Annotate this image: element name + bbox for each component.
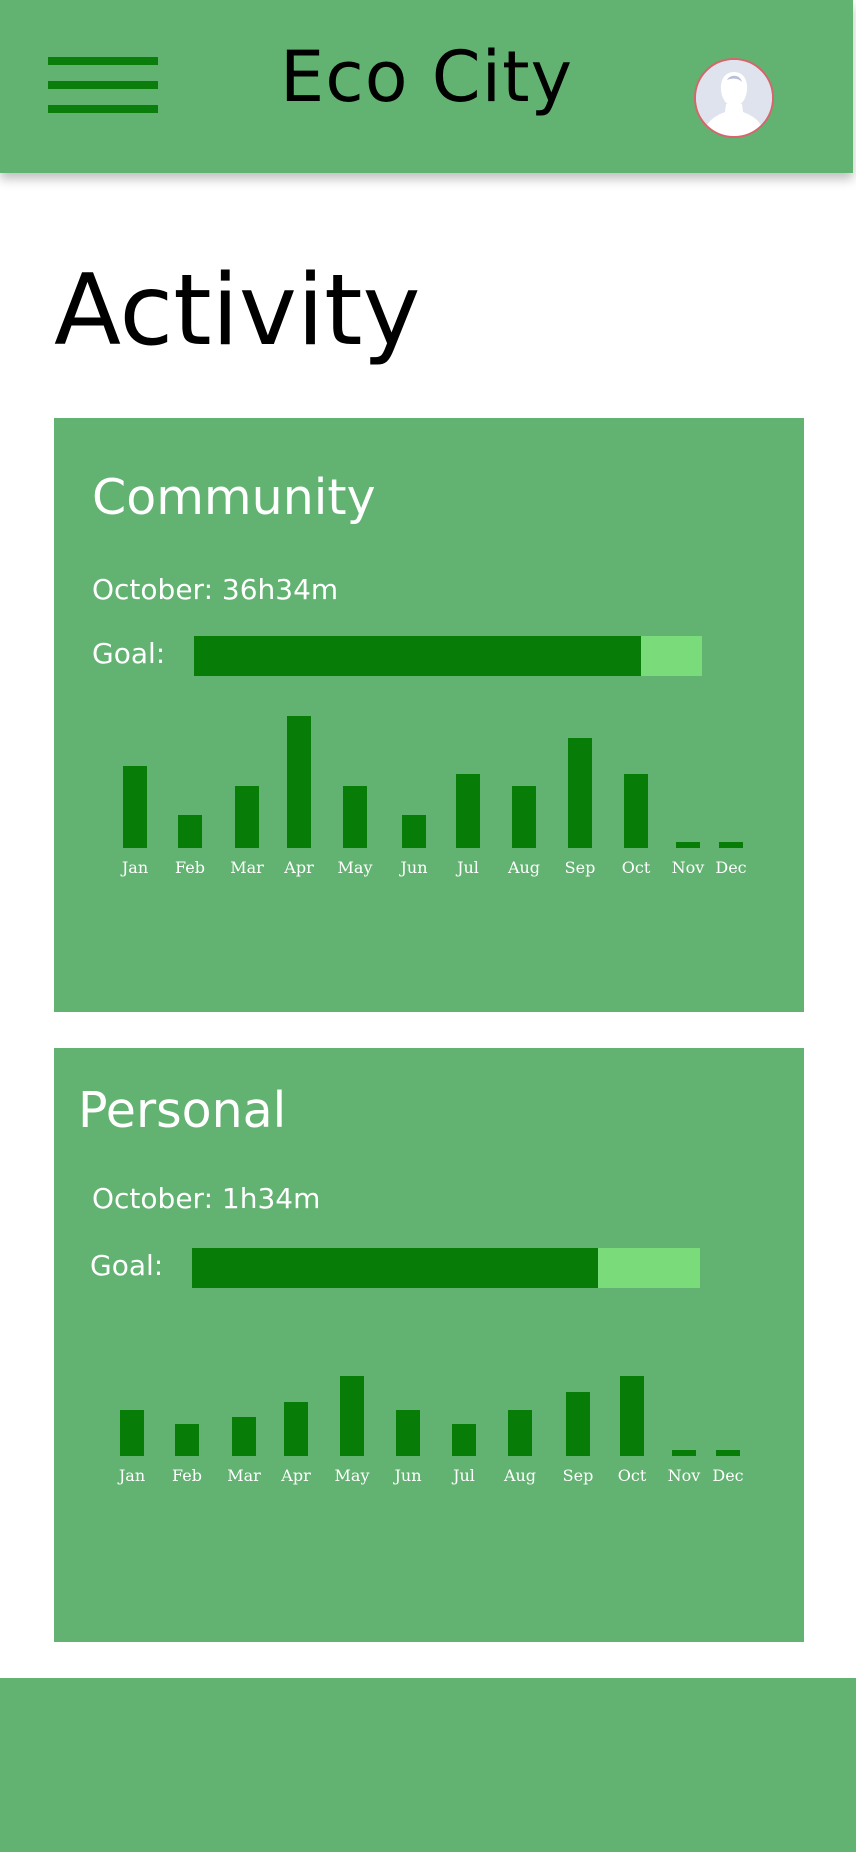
month-label-jun: Jun <box>400 858 428 877</box>
bar-jun <box>396 1410 420 1456</box>
monthly-activity-chart: Jan Feb Mar Apr May Jun Jul Aug Sep Oct Nov Dec <box>54 716 804 1048</box>
month-label-aug: Aug <box>503 1466 537 1485</box>
bar-mar <box>235 786 259 848</box>
bar-apr <box>284 1402 308 1456</box>
bar-sep <box>566 1392 590 1456</box>
month-total: October: 1h34m <box>92 1182 321 1215</box>
month-label-apr: Apr <box>284 858 314 877</box>
bar-oct <box>624 774 648 848</box>
month-label-oct: Oct <box>621 858 651 877</box>
month-label-oct: Oct <box>617 1466 647 1485</box>
page-title: Activity <box>54 254 421 368</box>
goal-progress-bar <box>194 636 702 676</box>
bar-sep <box>568 738 592 848</box>
user-avatar-icon[interactable] <box>694 58 774 138</box>
bar-may <box>340 1376 364 1456</box>
bar-jan <box>123 766 147 848</box>
personal-card: Personal October: 1h34m Goal: Jan Feb Mar A… <box>54 1048 804 1642</box>
month-label-nov: Nov <box>671 858 705 877</box>
app-header: Eco City <box>0 0 853 173</box>
bar-oct <box>620 1376 644 1456</box>
month-label-feb: Feb <box>175 858 205 877</box>
month-label-jan: Jan <box>118 1466 146 1485</box>
bar-nov <box>676 842 700 848</box>
bar-nov <box>672 1450 696 1456</box>
goal-progress-bar <box>192 1248 700 1288</box>
card-title: Personal <box>78 1082 287 1139</box>
month-label-jul: Jul <box>457 858 479 877</box>
month-label-dec: Dec <box>712 1466 744 1485</box>
bar-feb <box>178 815 202 848</box>
month-label-feb: Feb <box>172 1466 202 1485</box>
bar-aug <box>512 786 536 848</box>
goal-label: Goal: <box>92 637 166 670</box>
month-label-aug: Aug <box>507 858 541 877</box>
month-label-mar: Mar <box>227 1466 261 1485</box>
month-label-may: May <box>337 858 373 877</box>
bar-dec <box>716 1450 740 1456</box>
bar-apr <box>287 716 311 848</box>
month-label-jul: Jul <box>453 1466 475 1485</box>
monthly-activity-chart: Jan Feb Mar Apr May Jun Jul Aug Sep Oct Nov Dec <box>54 1376 804 1656</box>
bar-may <box>343 786 367 848</box>
app-footer <box>0 1678 856 1852</box>
avatar-silhouette <box>696 60 772 136</box>
month-label-nov: Nov <box>667 1466 701 1485</box>
bar-aug <box>508 1410 532 1456</box>
month-label-jan: Jan <box>121 858 149 877</box>
month-label-apr: Apr <box>281 1466 311 1485</box>
month-label-may: May <box>334 1466 370 1485</box>
community-card: Community October: 36h34m Goal: Jan Feb Ma… <box>54 418 804 1012</box>
month-label-sep: Sep <box>564 858 596 877</box>
goal-label: Goal: <box>90 1249 164 1282</box>
month-label-mar: Mar <box>230 858 264 877</box>
card-title: Community <box>92 469 376 526</box>
bar-jan <box>120 1410 144 1456</box>
bar-jul <box>456 774 480 848</box>
bar-mar <box>232 1417 256 1456</box>
bar-feb <box>175 1424 199 1456</box>
bar-dec <box>719 842 743 848</box>
month-total: October: 36h34m <box>92 573 339 606</box>
bar-jul <box>452 1424 476 1456</box>
goal-progress-fill <box>194 636 642 676</box>
goal-progress-fill <box>192 1248 599 1288</box>
month-label-dec: Dec <box>715 858 747 877</box>
month-label-jun: Jun <box>394 1466 422 1485</box>
month-label-sep: Sep <box>562 1466 594 1485</box>
bar-jun <box>402 815 426 848</box>
